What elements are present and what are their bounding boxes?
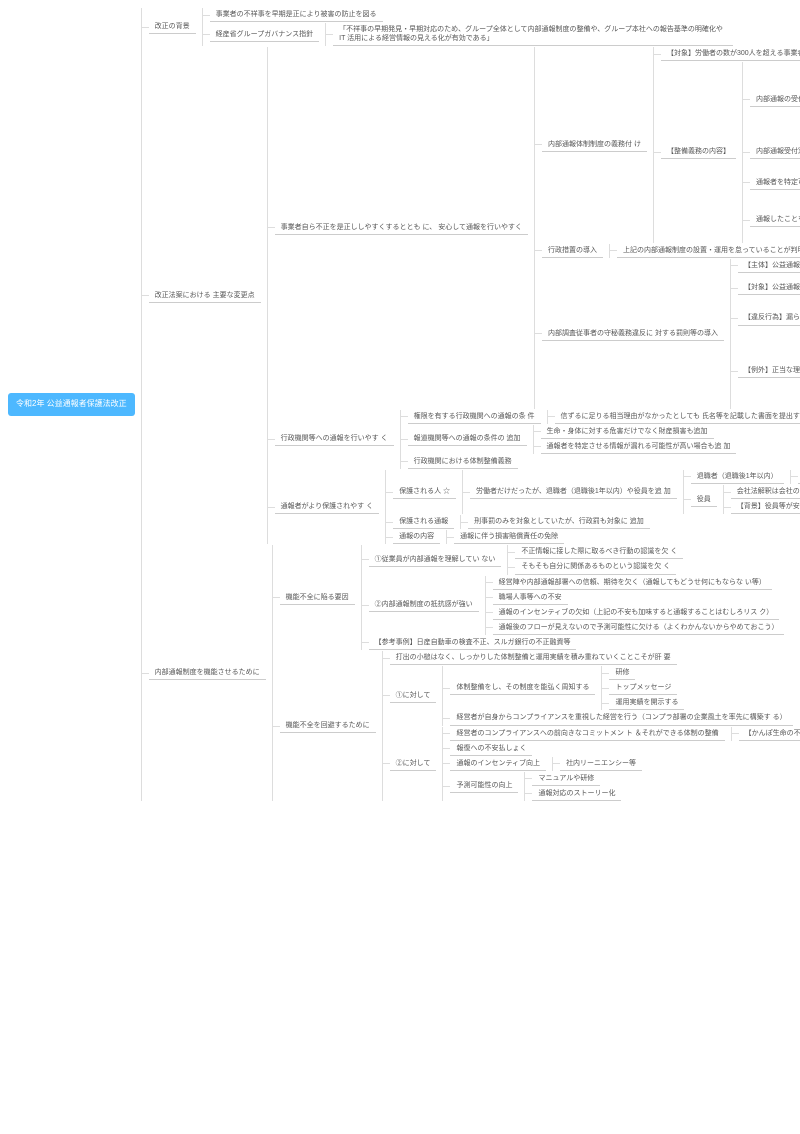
a1[interactable]: 内部通報体制制度の義務付 け xyxy=(542,138,647,152)
c1a2b[interactable]: 【背景】役員等が安心して通報できる環境の醸成の要請の高ま り xyxy=(731,500,800,514)
a3b[interactable]: 【対象】公益通報者を特定させるもの xyxy=(738,281,800,295)
func-a2[interactable]: ②内部通報制度の抵抗感が強い xyxy=(369,598,479,612)
func-b2c1[interactable]: 社内リーニエンシー等 xyxy=(560,757,642,771)
a1a[interactable]: 【対象】労働者の数が300人を超える事業者には内部通報体制の整備義務が課された xyxy=(661,47,800,61)
func-b1a2[interactable]: トップメッセージ xyxy=(609,681,677,695)
func-b2d2[interactable]: 通報対応のストーリー化 xyxy=(532,787,621,801)
func-b0[interactable]: 打出の小槌はなく、しっかりした体制整備と運用実績を積み重ねていくことこそが肝 要 xyxy=(390,651,677,665)
func-b1b[interactable]: 経営者が自身からコンプライアンスを重視した経営を行う（コンプラ部署の企業風土を率… xyxy=(450,711,792,725)
func-b2a[interactable]: 経営者のコンプライアンスへの前向きなコミットメン ト ＆それができる体制の整備 xyxy=(450,727,724,741)
a1b4[interactable]: 通報したことを理由に解雇その他不利益な取扱いをするここをの禁 止。 xyxy=(750,213,800,227)
func-a1a[interactable]: 不正情報に接した際に取るべき行動の認識を欠 く xyxy=(515,545,683,559)
a3d[interactable]: 【例外】正当な理由のある場 合 xyxy=(738,364,800,378)
func-a2a[interactable]: 経営陣や内部通報部署への信頼、期待を欠く（通報してもどうせ何にもならな い等） xyxy=(493,576,772,590)
a1b2[interactable]: 内部通報受付窓口を組織内で周知する運 用 xyxy=(750,145,800,159)
c1a[interactable]: 労働者だけだったが、退職者（退職後1年以内）や役員を追 加 xyxy=(470,485,677,499)
c1[interactable]: 保護される人 ☆ xyxy=(393,485,456,499)
main-c[interactable]: 通報者がより保護されやす く xyxy=(275,500,379,514)
func-b2a1[interactable]: 【かんぽ生命の不正募集】 現場の声が経営層に届かない組織体制になっていた xyxy=(739,727,800,741)
c3a[interactable]: 通報に伴う損害賠償責任の免除 xyxy=(454,530,564,544)
b3[interactable]: 行政機関における体制整備義務 xyxy=(408,455,518,469)
func-a2d[interactable]: 通報後のフローが見えないので予測可能性に欠ける（よくわかんないからやめておこう） xyxy=(493,621,785,635)
func-b1a3[interactable]: 運用実績を開示する xyxy=(609,696,684,710)
func-b1[interactable]: ①に対して xyxy=(390,689,437,703)
changes-node[interactable]: 改正法案における 主要な変更点 xyxy=(149,289,261,303)
b2[interactable]: 報道機関等への通報の条件の 追加 xyxy=(408,432,527,446)
a2[interactable]: 行政措置の導入 xyxy=(542,244,603,258)
func-a3[interactable]: 【参考事例】日産自動車の検査不正、スルガ銀行の不正融資等 xyxy=(369,636,577,650)
a2a[interactable]: 上記の内部通報制度の設置・運用を怠っていることが判明した場 合 xyxy=(617,244,800,258)
a3[interactable]: 内部調査従事者の守秘義務違反に 対する罰則等の導入 xyxy=(542,327,724,341)
c3[interactable]: 通報の内容 xyxy=(393,530,440,544)
func-b2c[interactable]: 通報のインセンティブ向上 xyxy=(450,757,546,771)
func-a2c[interactable]: 通報のインセンティブの欠如（上記の不安も加味すると通報することはむしろリス ク） xyxy=(493,606,780,620)
c2[interactable]: 保護される通報 xyxy=(393,515,454,529)
a3a[interactable]: 【主体】公益通報業務従事者及びそうであった者 xyxy=(738,259,800,273)
bg-b[interactable]: 経産省グループガバナンス指針 xyxy=(210,28,319,42)
func-b2b[interactable]: 報復への不安払しょく xyxy=(450,742,532,756)
c2a[interactable]: 刑事罰のみを対象としていたが、行政罰も対象に 追加 xyxy=(468,515,650,529)
func-b1a1[interactable]: 研修 xyxy=(609,666,635,680)
b1[interactable]: 権限を有する行政機関への通報の条 件 xyxy=(408,410,541,424)
a1b[interactable]: 【整備義務の内容】 xyxy=(661,145,736,159)
func-b[interactable]: 機能不全を回避するために xyxy=(280,719,376,733)
b2b[interactable]: 通報者を特定させる情報が漏れる可能性が高い場合も追 加 xyxy=(541,440,737,454)
func-a[interactable]: 機能不全に陥る要因 xyxy=(280,591,355,605)
b1a[interactable]: 信ずるに足りる相当理由がなかったとしても 氏名等を記載した書面を提出する場合の通… xyxy=(555,410,800,424)
func-a2b[interactable]: 職場人事等への不安 xyxy=(493,591,568,605)
root-node[interactable]: 令和2年 公益通報者保護法改正 xyxy=(8,393,135,415)
c1a2a[interactable]: 会社法解釈は会社の自治内で、内部通報制度を利用で きるとはあり得るが、損害賠償の… xyxy=(731,485,800,499)
func-a1b[interactable]: そもそも自分に関係あるものという認識を欠 く xyxy=(515,560,676,574)
c1a2[interactable]: 役員 xyxy=(691,493,717,507)
bg-node[interactable]: 改正の背景 xyxy=(149,20,196,34)
func-b2d1[interactable]: マニュアルや研修 xyxy=(532,772,600,786)
a3c[interactable]: 【違反行為】漏らす行為 xyxy=(738,311,800,325)
c1a1[interactable]: 退職者（退職後1年以内） xyxy=(691,470,784,484)
bg-b1[interactable]: 「不祥事の早期発見・早期対応のため、グループ全体として内部通報制度の整備や、グル… xyxy=(333,23,733,46)
b2a[interactable]: 生命・身体に対する危害だけでなく財産損害も追加 xyxy=(541,425,714,439)
func-b2d[interactable]: 予測可能性の向上 xyxy=(450,779,518,793)
a1b1[interactable]: 内部通報の受付窓口の設置 等、内部通報を受け付ける運 用 xyxy=(750,93,800,107)
bg-a[interactable]: 事業者の不祥事を早期是正により被害の防止を図る xyxy=(210,8,383,22)
func-b1a[interactable]: 体制整備をし、その制度を能弘く周知する xyxy=(450,681,595,695)
a1b3[interactable]: 通報者を特定可能な情報の共有を必要最小限にとどめる運用 xyxy=(750,176,800,190)
main-a[interactable]: 事業者自ら不正を是正ししやすくするととも に、 安心して通報を行いやすく xyxy=(275,221,528,235)
main-b[interactable]: 行政機関等への通報を行いやす く xyxy=(275,432,394,446)
func-node[interactable]: 内部通報制度を機能させるために xyxy=(149,666,266,680)
func-b2[interactable]: ②に対して xyxy=(390,757,437,771)
func-a1[interactable]: ①従業員が内部通報を理解してい ない xyxy=(369,553,502,567)
